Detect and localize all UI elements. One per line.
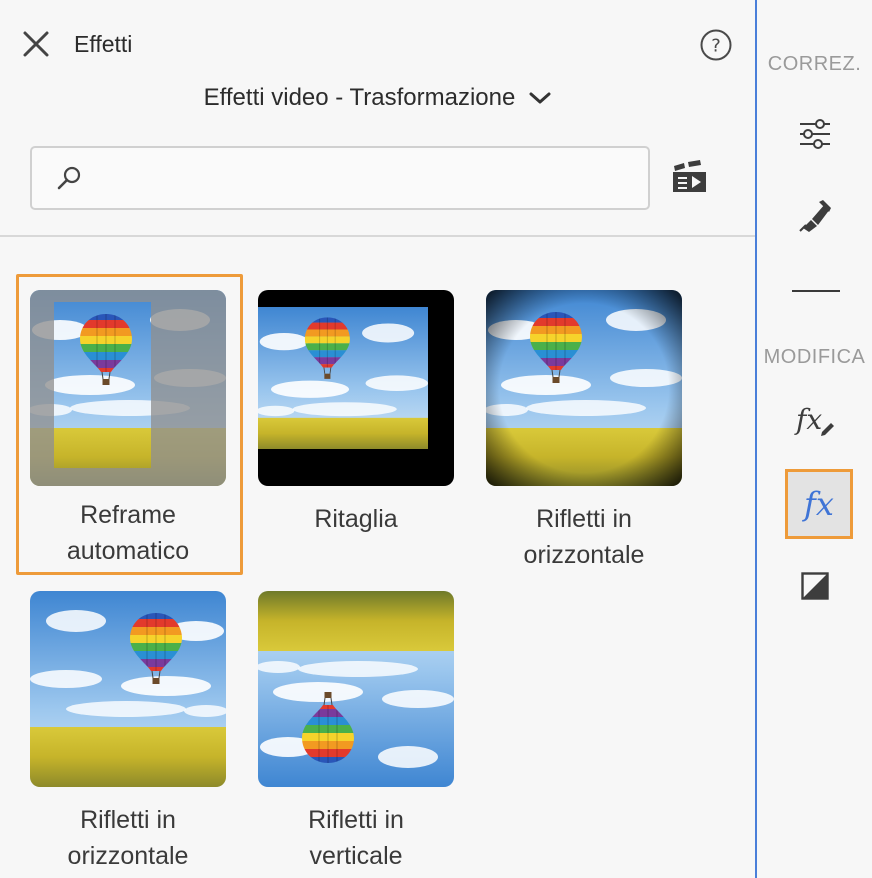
effect-label: Rifletti in orizzontale <box>67 806 189 870</box>
effect-thumbnail <box>486 290 682 486</box>
effect-label: Reframe automatico <box>66 501 190 565</box>
sliders-icon <box>800 119 830 149</box>
clapper-play-icon <box>673 160 706 192</box>
category-label: Effetti video - Trasformazione <box>203 84 516 111</box>
header-divider <box>0 235 755 237</box>
fx-icon: fx <box>804 485 834 523</box>
close-button[interactable] <box>20 28 52 60</box>
heal-brush-icon <box>799 200 831 232</box>
preview-player-button[interactable] <box>670 160 708 196</box>
tool-rail: CORREZ. MODIFICA fx fx <box>757 0 872 878</box>
effect-thumbnail <box>258 290 454 486</box>
svg-text:?: ? <box>711 36 721 57</box>
rail-separator <box>792 290 840 292</box>
panel-title: Effetti <box>74 31 133 57</box>
close-icon <box>23 31 49 57</box>
category-dropdown[interactable]: Effetti video - Trasformazione <box>0 80 755 116</box>
fx-edit-button[interactable]: fx <box>793 402 839 444</box>
fx-pencil-icon: fx <box>794 403 838 443</box>
help-icon: ? <box>700 29 732 61</box>
search-field[interactable] <box>30 146 650 210</box>
effect-label: Rifletti in orizzontale <box>523 505 645 569</box>
search-icon <box>57 166 81 190</box>
help-button[interactable]: ? <box>699 28 733 62</box>
fx-effects-button[interactable]: fx <box>785 469 853 539</box>
effect-label: Ritaglia <box>314 505 398 533</box>
healing-button[interactable] <box>795 196 835 236</box>
effect-thumbnail <box>258 591 454 787</box>
contrast-square-icon <box>801 572 829 600</box>
search-input[interactable] <box>96 158 636 198</box>
effect-thumbnail <box>30 591 226 787</box>
color-button[interactable] <box>799 570 831 602</box>
chevron-down-icon <box>529 92 551 104</box>
rail-heading-correct: CORREZ. <box>767 53 862 75</box>
effect-thumbnail <box>30 290 226 486</box>
rail-heading-edit: MODIFICA <box>763 346 866 368</box>
effect-label: Rifletti in verticale <box>308 806 404 870</box>
effects-panel: Effetti ? Effetti video - Trasformazione <box>0 0 755 878</box>
adjustments-button[interactable] <box>795 114 835 154</box>
